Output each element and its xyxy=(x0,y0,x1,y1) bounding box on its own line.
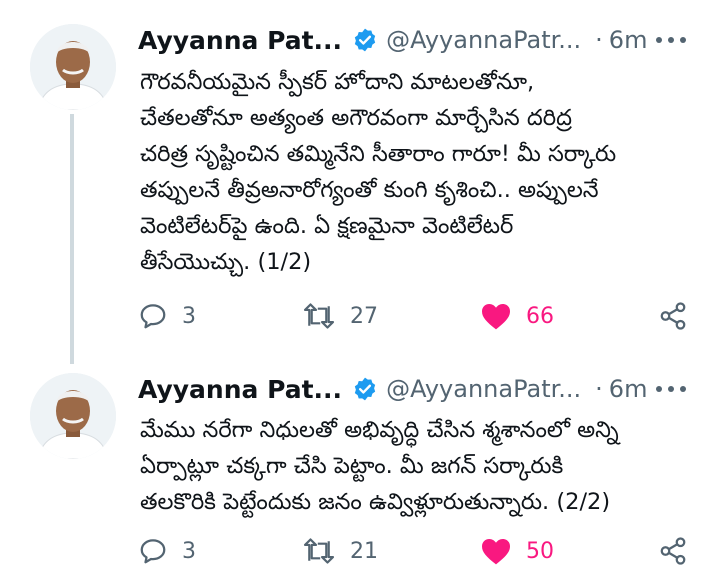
like-count: 66 xyxy=(526,303,554,329)
reply-icon xyxy=(140,539,166,564)
tweet-text: మేము నరేగా నిధులతో అభివృద్ధి చేసిన శ్మశా… xyxy=(140,417,619,515)
retweet-button[interactable]: 21 xyxy=(302,536,378,566)
more-icon[interactable] xyxy=(656,386,686,392)
avatar[interactable] xyxy=(30,24,116,110)
separator-dot: · xyxy=(595,26,603,54)
verified-badge-icon xyxy=(352,27,378,53)
tweet-header: Ayyanna Pat... @AyyannaPatr... · 6m xyxy=(138,369,647,409)
tweet-1[interactable]: Ayyanna Pat... @AyyannaPatr... · 6m గౌరవ… xyxy=(0,0,720,364)
tweet-2[interactable]: Ayyanna Pat... @AyyannaPatr... · 6m మేము… xyxy=(0,355,720,582)
avatar[interactable] xyxy=(30,373,116,459)
share-icon xyxy=(660,302,686,330)
tweet-header: Ayyanna Pat... @AyyannaPatr... · 6m xyxy=(138,20,647,60)
like-count: 50 xyxy=(526,538,554,564)
retweet-icon xyxy=(303,538,335,564)
tweet-actions: 3 27 66 xyxy=(138,296,698,336)
share-button[interactable] xyxy=(658,536,688,566)
author-name[interactable]: Ayyanna Pat... xyxy=(138,375,342,404)
like-icon xyxy=(482,539,510,565)
retweet-icon xyxy=(303,303,335,329)
thread-line xyxy=(70,114,74,364)
tweet-text: గౌరవనీయమైన స్పీకర్ హోదాని మాటలతోనూ, చేతల… xyxy=(140,69,617,275)
share-icon xyxy=(660,537,686,565)
author-name[interactable]: Ayyanna Pat... xyxy=(138,26,342,55)
like-icon xyxy=(482,304,510,330)
reply-count: 3 xyxy=(182,538,196,564)
retweet-button[interactable]: 27 xyxy=(302,301,378,331)
separator-dot: · xyxy=(595,375,603,403)
verified-badge-icon xyxy=(352,376,378,402)
reply-icon xyxy=(140,304,166,329)
more-icon[interactable] xyxy=(656,37,686,43)
author-handle[interactable]: @AyyannaPatr... xyxy=(386,375,581,403)
timestamp[interactable]: 6m xyxy=(609,26,648,54)
author-handle[interactable]: @AyyannaPatr... xyxy=(386,26,581,54)
retweet-count: 21 xyxy=(350,538,378,564)
timestamp[interactable]: 6m xyxy=(609,375,648,403)
like-button[interactable]: 50 xyxy=(480,536,554,566)
share-button[interactable] xyxy=(658,301,688,331)
retweet-count: 27 xyxy=(350,303,378,329)
tweet-actions: 3 21 50 xyxy=(138,534,698,574)
reply-button[interactable]: 3 xyxy=(138,536,196,566)
reply-button[interactable]: 3 xyxy=(138,301,196,331)
like-button[interactable]: 66 xyxy=(480,301,554,331)
reply-count: 3 xyxy=(182,303,196,329)
